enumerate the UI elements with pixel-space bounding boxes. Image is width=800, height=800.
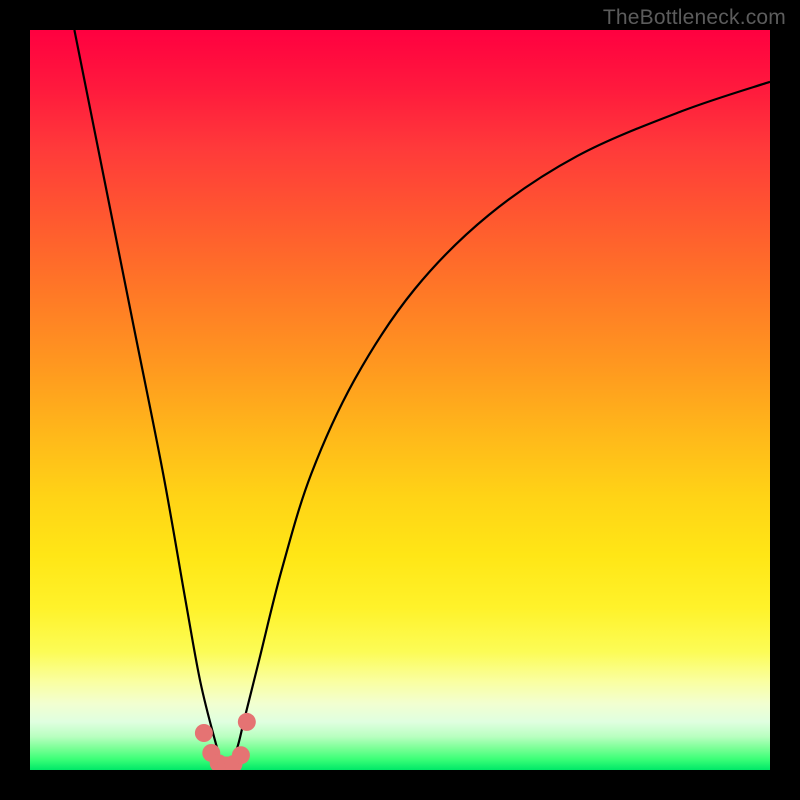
- plot-area: [30, 30, 770, 770]
- optimal-marker: [195, 724, 213, 742]
- bottleneck-curve-svg: [30, 30, 770, 770]
- optimal-marker: [238, 713, 256, 731]
- optimal-marker: [232, 746, 250, 764]
- optimal-zone-markers: [195, 713, 256, 770]
- watermark-text: TheBottleneck.com: [603, 6, 786, 30]
- chart-frame: TheBottleneck.com: [0, 0, 800, 800]
- bottleneck-curve-path: [74, 30, 770, 765]
